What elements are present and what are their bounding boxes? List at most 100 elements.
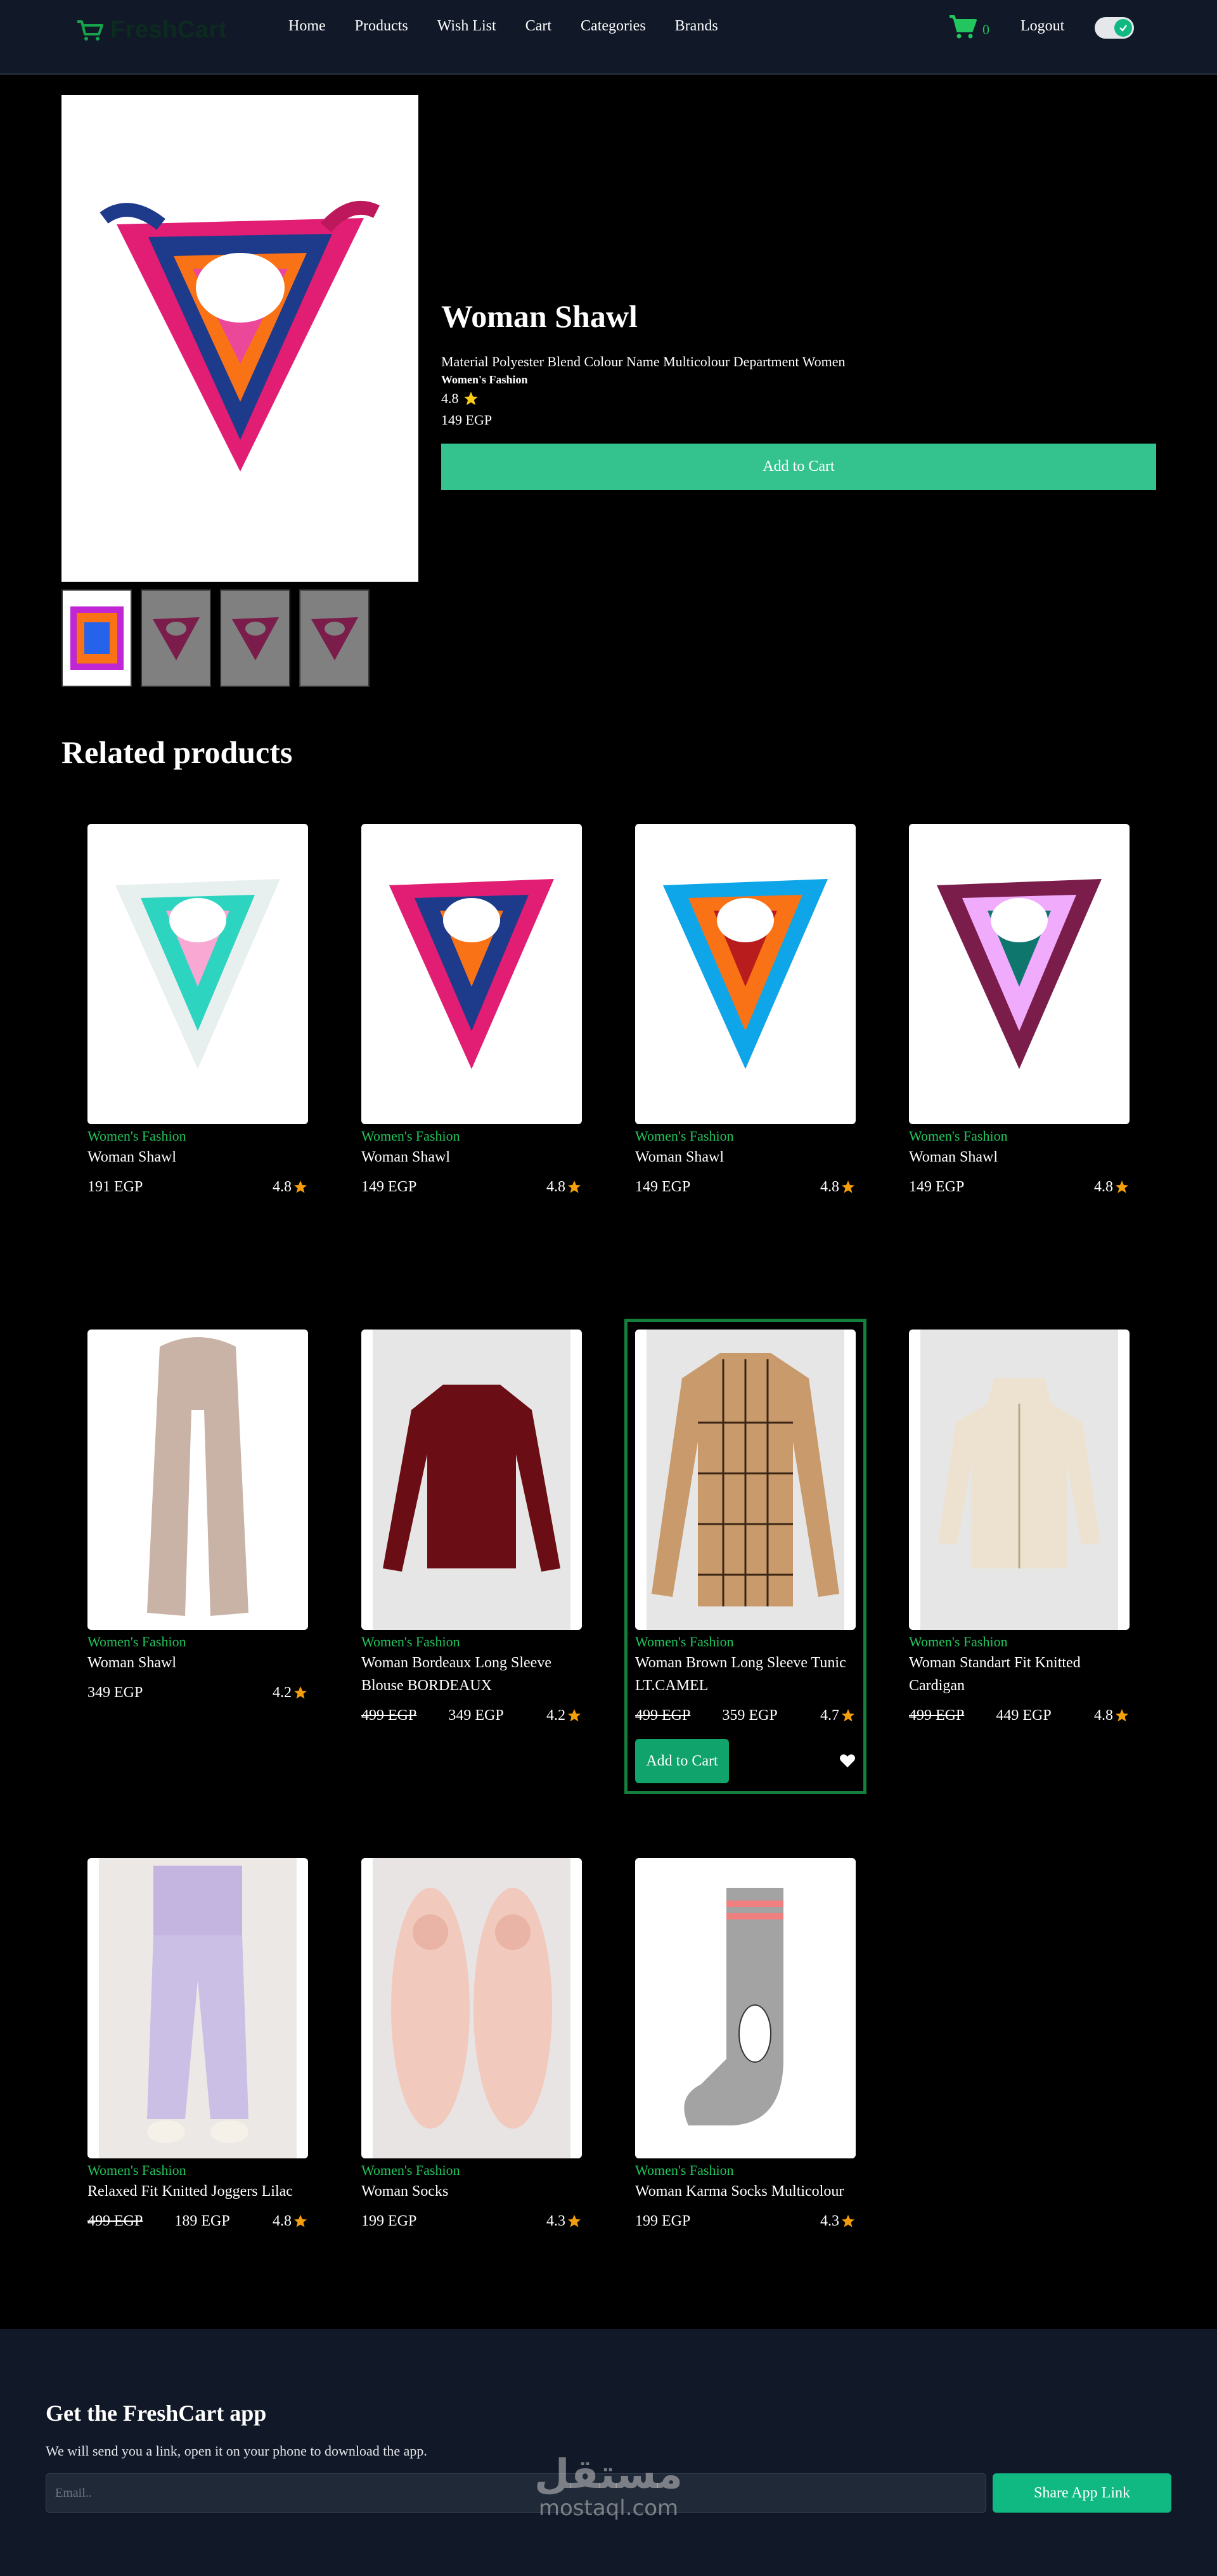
shawl-thumb <box>311 617 358 660</box>
product-card-price: 189 EGP <box>174 2213 230 2229</box>
nav-link-wishlist[interactable]: Wish List <box>437 18 496 35</box>
share-app-link-button[interactable]: Share App Link <box>993 2473 1171 2513</box>
card-add-to-cart-button[interactable]: Add to Cart <box>635 1739 729 1783</box>
star-icon <box>294 2215 307 2227</box>
product-card-category: Women's Fashion <box>361 2162 460 2178</box>
product-card-rating: 4.7 <box>820 1706 856 1725</box>
email-input[interactable] <box>46 2473 986 2513</box>
add-to-cart-button[interactable]: Add to Cart <box>441 444 1156 490</box>
product-card-old-price: 499 EGP <box>635 1707 691 1724</box>
product-card-category: Women's Fashion <box>909 1128 1008 1144</box>
star-icon <box>568 1709 581 1722</box>
product-rating: 4.8 <box>441 388 1156 409</box>
product-card-price: 199 EGP <box>361 2213 417 2229</box>
product-price: 149 EGP <box>441 412 493 428</box>
product-card[interactable]: Women's Fashion Woman Shawl 349 EGP 4.2 <box>87 1330 308 1702</box>
product-main-image[interactable] <box>61 95 418 582</box>
product-card-category: Women's Fashion <box>87 1634 186 1650</box>
product-card-image <box>635 824 856 1124</box>
star-icon <box>842 2215 854 2227</box>
socks-image <box>391 1888 552 2129</box>
product-card-price-row: 349 EGP 4.2 <box>87 1683 308 1702</box>
shawl-flat-thumb <box>70 606 124 670</box>
check-icon <box>1119 25 1127 32</box>
watermark-arabic: مستقل <box>534 2451 683 2498</box>
rating-value: 4.8 <box>820 1179 839 1195</box>
product-card-old-price: 499 EGP <box>87 2213 143 2229</box>
product-description: Material Polyester Blend Colour Name Mul… <box>441 354 846 369</box>
product-card-price-row: 199 EGP 4.3 <box>361 2212 582 2231</box>
product-card-image <box>635 1858 856 2158</box>
product-card-image <box>361 824 582 1124</box>
heart-icon[interactable] <box>839 1753 856 1769</box>
product-card-image <box>87 1330 308 1630</box>
nav-link-categories[interactable]: Categories <box>581 18 646 35</box>
product-card[interactable]: Women's Fashion Woman Shawl 191 EGP 4.8 <box>87 824 308 1196</box>
sock-image <box>684 1888 783 2125</box>
nav-link-brands[interactable]: Brands <box>675 18 718 35</box>
product-card-name: Woman Shawl <box>87 1149 177 1165</box>
star-icon <box>294 1686 307 1699</box>
logo[interactable]: FreshCart <box>76 16 227 44</box>
shawl-image <box>937 879 1102 1069</box>
product-card[interactable]: Women's Fashion Woman Karma Socks Multic… <box>635 1858 856 2231</box>
rating-value: 4.7 <box>820 1707 839 1724</box>
thumbnail-4[interactable] <box>299 589 370 687</box>
rating-value: 4.8 <box>273 1179 292 1195</box>
product-card-price-row: 191 EGP 4.8 <box>87 1177 308 1196</box>
product-card-name: Woman Shawl <box>635 1149 724 1165</box>
thumbnail-2[interactable] <box>141 589 211 687</box>
rating-value: 4.3 <box>546 2213 565 2229</box>
image-backdrop <box>647 1330 844 1630</box>
shawl-image <box>115 879 280 1069</box>
cardigan-image <box>938 1378 1100 1568</box>
nav-link-home[interactable]: Home <box>288 18 326 35</box>
rating-value: 4.8 <box>546 1179 565 1195</box>
star-icon <box>568 1181 581 1193</box>
rating-value: 4.8 <box>1094 1707 1113 1724</box>
rating-value: 4.2 <box>273 1684 292 1701</box>
product-card[interactable]: Women's Fashion Relaxed Fit Knitted Jogg… <box>87 1858 308 2231</box>
product-card-name: Relaxed Fit Knitted Joggers Lilac <box>87 2183 293 2200</box>
product-card-image <box>909 1330 1130 1630</box>
product-card-category: Women's Fashion <box>87 2162 186 2178</box>
product-card[interactable]: Women's Fashion Woman Shawl 149 EGP 4.8 <box>909 824 1130 1196</box>
scarf-image <box>147 1337 248 1616</box>
thumbnail-1[interactable] <box>61 589 132 687</box>
navbar: FreshCart Home Products Wish List Cart C… <box>0 0 1217 75</box>
product-card-price: 349 EGP <box>87 1684 143 1701</box>
product-card-hovered[interactable]: Women's Fashion Woman Brown Long Sleeve … <box>624 1319 866 1794</box>
nav-links: Home Products Wish List Cart Categories … <box>288 18 718 35</box>
star-icon <box>1116 1709 1128 1722</box>
joggers-image <box>147 1866 248 2143</box>
product-card-price: 349 EGP <box>448 1707 504 1724</box>
product-card-name: Woman Karma Socks Multicolour <box>635 2183 844 2200</box>
logout-link[interactable]: Logout <box>1021 18 1064 35</box>
product-card[interactable]: Women's Fashion Woman Bordeaux Long Slee… <box>361 1330 582 1725</box>
product-card-rating: 4.2 <box>546 1706 582 1725</box>
product-card-price-row: 499 EGP 359 EGP 4.7 <box>635 1706 856 1725</box>
product-card-price-row: 199 EGP 4.3 <box>635 2212 856 2231</box>
product-card-rating: 4.3 <box>820 2212 856 2231</box>
product-card-price: 199 EGP <box>635 2213 691 2229</box>
product-card-old-price: 499 EGP <box>361 1707 417 1724</box>
watermark-latin: mostaql.com <box>538 2496 679 2521</box>
product-card-category: Women's Fashion <box>635 1634 734 1650</box>
product-card-price-row: 149 EGP 4.8 <box>909 1177 1130 1196</box>
product-card-price: 149 EGP <box>909 1179 965 1195</box>
footer-subtitle: We will send you a link, open it on your… <box>46 2443 427 2459</box>
product-card[interactable]: Women's Fashion Woman Shawl 149 EGP 4.8 <box>635 824 856 1196</box>
product-details: Woman Shawl Material Polyester Blend Col… <box>441 298 1156 490</box>
cart-button[interactable]: 0 <box>948 14 989 39</box>
product-card[interactable]: Women's Fashion Woman Shawl 149 EGP 4.8 <box>361 824 582 1196</box>
product-category: Women's Fashion <box>441 373 528 386</box>
nav-link-cart[interactable]: Cart <box>525 18 551 35</box>
product-card[interactable]: Women's Fashion Woman Standart Fit Knitt… <box>909 1330 1130 1725</box>
product-card-rating: 4.2 <box>273 1683 308 1702</box>
theme-toggle[interactable] <box>1095 17 1134 39</box>
nav-link-products[interactable]: Products <box>355 18 408 35</box>
shopping-cart-icon <box>950 15 977 39</box>
blouse-image <box>383 1385 560 1572</box>
product-card[interactable]: Women's Fashion Woman Socks 199 EGP 4.3 <box>361 1858 582 2231</box>
thumbnail-3[interactable] <box>220 589 290 687</box>
